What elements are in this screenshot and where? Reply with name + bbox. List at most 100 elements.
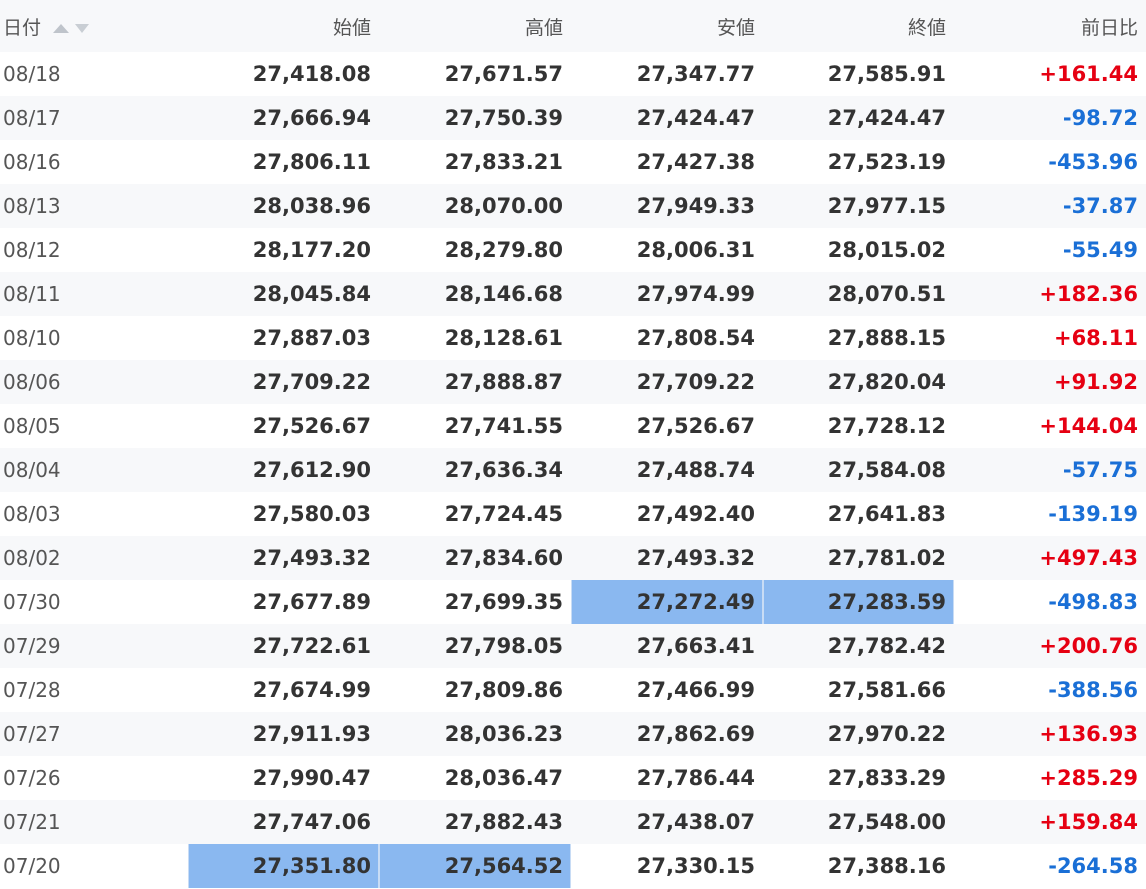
table-row[interactable]: 08/16 27,806.11 27,833.21 27,427.38 27,523.1… [0,140,1146,184]
change-cell: +91.92 [1053,370,1138,394]
close-cell: 28,015.02 [827,238,946,262]
open-cell: 28,045.84 [252,282,371,306]
change-cell: -264.58 [1048,854,1138,878]
change-cell: -55.49 [1062,238,1138,262]
high-cell: 27,834.60 [444,546,563,570]
close-cell: 27,728.12 [827,414,946,438]
low-cell: 27,526.67 [636,414,755,438]
low-cell: 27,272.49 [571,580,763,624]
open-cell: 27,351.80 [188,844,379,888]
table-row[interactable]: 07/27 27,911.93 28,036.23 27,862.69 27,970.2… [0,712,1146,756]
date-cell: 07/29 [3,634,61,658]
date-cell: 07/21 [3,810,61,834]
price-history-table: 日付 始値 高値 安値 終値 前日比 08/18 27,418.08 27,671.… [0,0,1146,888]
sort-desc-icon[interactable] [75,24,90,33]
header-close[interactable]: 終値 [763,0,954,52]
low-cell: 27,347.77 [636,62,755,86]
table-row[interactable]: 08/03 27,580.03 27,724.45 27,492.40 27,641.8… [0,492,1146,536]
header-date-label: 日付 [3,16,42,39]
close-cell: 27,283.59 [763,580,954,624]
change-cell: +200.76 [1039,634,1138,658]
open-cell: 27,526.67 [252,414,371,438]
close-cell: 27,888.15 [827,326,946,350]
close-cell: 28,070.51 [827,282,946,306]
low-cell: 27,424.47 [636,106,755,130]
change-cell: +159.84 [1039,810,1138,834]
high-cell: 27,882.43 [444,810,563,834]
change-cell: +497.43 [1039,546,1138,570]
close-cell: 27,523.19 [827,150,946,174]
header-change[interactable]: 前日比 [954,0,1146,52]
table-row[interactable]: 07/20 27,351.80 27,564.52 27,330.15 27,388.1… [0,844,1146,888]
close-cell: 27,977.15 [827,194,946,218]
high-cell: 28,279.80 [444,238,563,262]
table-row[interactable]: 08/12 28,177.20 28,279.80 28,006.31 28,015.0… [0,228,1146,272]
table-row[interactable]: 07/29 27,722.61 27,798.05 27,663.41 27,782.4… [0,624,1146,668]
change-cell: +136.93 [1039,722,1138,746]
table-row[interactable]: 08/11 28,045.84 28,146.68 27,974.99 28,070.5… [0,272,1146,316]
header-open[interactable]: 始値 [188,0,379,52]
table-row[interactable]: 08/06 27,709.22 27,888.87 27,709.22 27,820.0… [0,360,1146,404]
close-cell: 27,424.47 [827,106,946,130]
table-row[interactable]: 07/21 27,747.06 27,882.43 27,438.07 27,548.0… [0,800,1146,844]
close-cell: 27,970.22 [827,722,946,746]
header-high[interactable]: 高値 [379,0,571,52]
change-cell: +285.29 [1039,766,1138,790]
change-cell: -388.56 [1048,678,1138,702]
open-cell: 27,674.99 [252,678,371,702]
low-cell: 27,427.38 [636,150,755,174]
table-row[interactable]: 08/04 27,612.90 27,636.34 27,488.74 27,584.0… [0,448,1146,492]
change-cell: -139.19 [1048,502,1138,526]
open-cell: 27,580.03 [252,502,371,526]
change-cell: +182.36 [1039,282,1138,306]
sort-asc-icon[interactable] [53,24,70,33]
close-cell: 27,782.42 [827,634,946,658]
date-cell: 08/04 [3,458,61,482]
close-cell: 27,833.29 [827,766,946,790]
close-cell: 27,585.91 [827,62,946,86]
open-cell: 27,666.94 [252,106,371,130]
high-cell: 27,741.55 [444,414,563,438]
table-row[interactable]: 08/05 27,526.67 27,741.55 27,526.67 27,728.1… [0,404,1146,448]
change-cell: -98.72 [1062,106,1138,130]
low-cell: 27,862.69 [636,722,755,746]
date-cell: 07/27 [3,722,61,746]
high-cell: 27,833.21 [444,150,563,174]
open-cell: 27,990.47 [252,766,371,790]
table-row[interactable]: 08/17 27,666.94 27,750.39 27,424.47 27,424.4… [0,96,1146,140]
high-cell: 27,671.57 [444,62,563,86]
high-cell: 27,809.86 [444,678,563,702]
high-cell: 28,146.68 [444,282,563,306]
open-cell: 27,911.93 [252,722,371,746]
change-cell: -453.96 [1048,150,1138,174]
table-row[interactable]: 07/28 27,674.99 27,809.86 27,466.99 27,581.6… [0,668,1146,712]
high-cell: 27,750.39 [444,106,563,130]
low-cell: 27,330.15 [636,854,755,878]
high-cell: 27,699.35 [444,590,563,614]
table-row[interactable]: 08/02 27,493.32 27,834.60 27,493.32 27,781.0… [0,536,1146,580]
header-date[interactable]: 日付 [0,0,188,52]
date-cell: 08/06 [3,370,61,394]
open-cell: 27,887.03 [252,326,371,350]
low-cell: 27,488.74 [636,458,755,482]
date-cell: 07/26 [3,766,61,790]
open-cell: 27,612.90 [252,458,371,482]
table-row[interactable]: 08/13 28,038.96 28,070.00 27,949.33 27,977.1… [0,184,1146,228]
date-cell: 08/11 [3,282,61,306]
open-cell: 28,177.20 [252,238,371,262]
low-cell: 27,949.33 [636,194,755,218]
date-cell: 08/05 [3,414,61,438]
open-cell: 27,722.61 [252,634,371,658]
table-row[interactable]: 07/30 27,677.89 27,699.35 27,272.49 27,283.5… [0,580,1146,624]
header-low[interactable]: 安値 [571,0,763,52]
high-cell: 28,128.61 [444,326,563,350]
table-body: 08/18 27,418.08 27,671.57 27,347.77 27,585.9… [0,52,1146,888]
date-cell: 08/16 [3,150,61,174]
low-cell: 28,006.31 [636,238,755,262]
table-row[interactable]: 08/10 27,887.03 28,128.61 27,808.54 27,888.1… [0,316,1146,360]
table-row[interactable]: 07/26 27,990.47 28,036.47 27,786.44 27,833.2… [0,756,1146,800]
sort-icons[interactable] [53,17,95,39]
date-cell: 08/03 [3,502,61,526]
close-cell: 27,641.83 [827,502,946,526]
table-row[interactable]: 08/18 27,418.08 27,671.57 27,347.77 27,585.9… [0,52,1146,96]
